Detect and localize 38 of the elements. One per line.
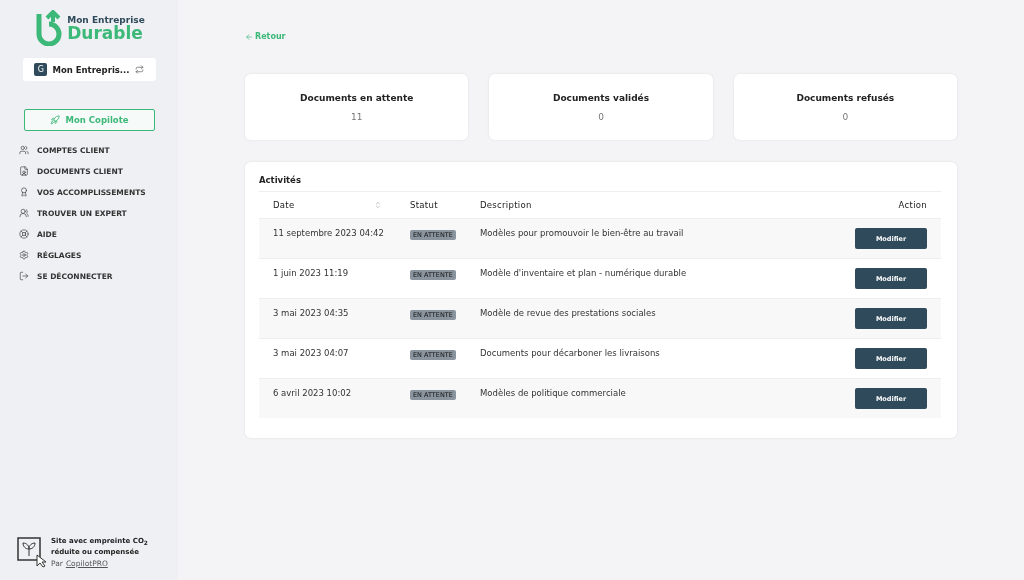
column-header: Description <box>480 200 532 210</box>
description-cell: Modèles de politique commerciale <box>480 388 626 398</box>
account-switcher[interactable]: G Mon Entrepris... <box>22 58 156 81</box>
account-name: Mon Entrepris... <box>52 64 130 75</box>
switch-icon <box>134 65 144 74</box>
date-cell: 1 juin 2023 11:19 <box>273 268 349 278</box>
description-cell: Modèle d'inventaire et plan - numérique durable <box>480 268 687 278</box>
date-cell: 6 avril 2023 10:02 <box>273 388 352 398</box>
settings-icon <box>19 250 29 260</box>
column-header: Statut <box>410 200 438 210</box>
date-cell: 3 mai 2023 04:07 <box>273 348 349 358</box>
experts-icon <box>19 208 29 218</box>
stat-title: Documents validés <box>552 92 650 103</box>
rocket-icon <box>49 115 60 125</box>
date-cell: 3 mai 2023 04:35 <box>273 308 349 318</box>
column-header: Action <box>898 200 927 210</box>
sort-icon[interactable] <box>374 201 382 209</box>
description-cell: Modèles pour promouvoir le bien-être au travail <box>480 228 684 238</box>
award-icon <box>19 187 29 197</box>
description-cell: Modèle de revue des prestations sociales <box>480 308 656 318</box>
stat-value: 11 <box>350 111 363 122</box>
logo-title: Mon Entreprise <box>67 14 145 25</box>
users-icon <box>19 145 29 155</box>
logo-subtitle: Durable <box>67 24 143 42</box>
stat-value: 0 <box>598 111 604 122</box>
panel-title: Activités <box>259 175 941 192</box>
document-icon <box>19 166 29 176</box>
help-icon <box>19 229 29 239</box>
stat-title: Documents refusés <box>796 92 895 103</box>
stat-value: 0 <box>842 111 849 122</box>
column-header[interactable]: Date <box>273 200 295 210</box>
description-cell: Documents pour décarboner les livraisons <box>480 348 660 358</box>
logout-icon <box>19 271 29 281</box>
sprout-cursor-icon <box>17 536 47 568</box>
date-cell: 11 septembre 2023 04:42 <box>273 228 384 238</box>
stat-title: Documents en attente <box>300 92 414 103</box>
account-avatar: G <box>34 63 48 76</box>
arrow-left-icon <box>245 32 253 41</box>
